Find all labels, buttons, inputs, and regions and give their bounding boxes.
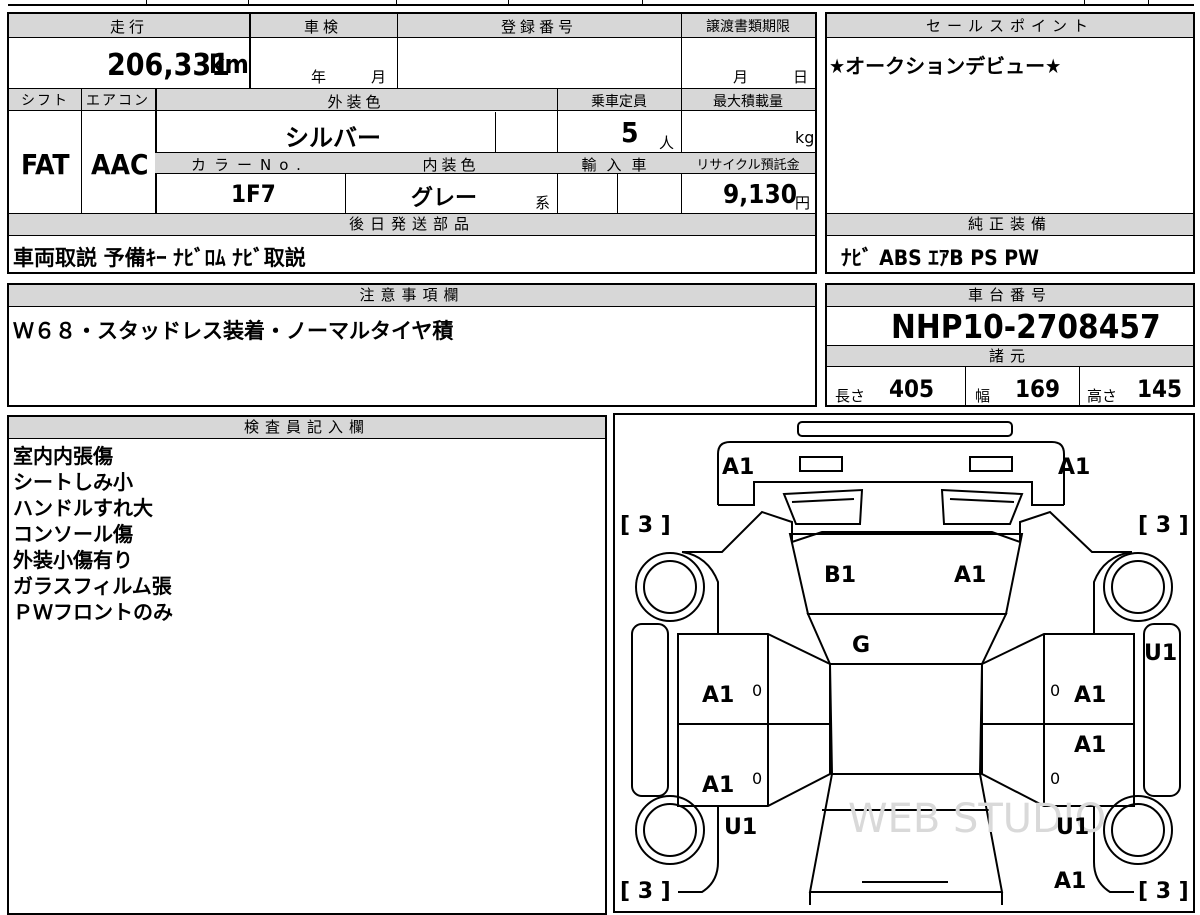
capacity-label: 乗車定員 — [591, 94, 647, 110]
interior-label: 内装色 — [422, 156, 480, 174]
inspector-line: ガラスフィルム張 — [13, 574, 172, 598]
inspector-line: コンソール傷 — [13, 522, 133, 546]
mark-tire-rear-right: [ 3 ] — [1138, 879, 1189, 904]
handle-mark-rr: 0 — [1050, 769, 1060, 788]
length-label: 長さ — [835, 387, 866, 405]
handle-mark-lr: 0 — [752, 769, 762, 788]
mark-left-rear-door: A1 — [702, 773, 734, 798]
mark-windshield: G — [852, 633, 870, 658]
inspector-line: 室内内張傷 — [13, 444, 113, 468]
spec-box: 走行 車検 登録番号 譲渡書類期限 206,331 km 年 月 月 日 シフト… — [7, 12, 817, 274]
mark-right-rear-fender: U1 — [1056, 815, 1089, 840]
car-diagram: 0 0 0 0 WEB STUDIO A1 A1 B1 A1 G A1 A1 U… — [620, 421, 1189, 905]
transfer-label: 譲渡書類期限 — [706, 19, 790, 35]
recycle-value: 9,130 — [723, 180, 797, 210]
notes-text: Ｗ６８・スタッドレス装着・ノーマルタイヤ積 — [13, 319, 454, 343]
shift-value: FAT — [21, 148, 70, 181]
mark-front-left: A1 — [722, 455, 754, 480]
sales-point-text: ★オークションデビュー★ — [829, 54, 1062, 78]
shift-label: シフト — [21, 93, 69, 109]
exterior-label: 外装色 — [327, 93, 385, 111]
mark-hood-left: B1 — [824, 563, 856, 588]
mark-tire-rear-left: [ 3 ] — [620, 879, 671, 904]
length-value: 405 — [889, 375, 935, 403]
sales-point-box: セールスポイント ★オークションデビュー★ 純正装備 ﾅﾋﾞ ABS ｴｱB P… — [825, 12, 1195, 274]
interior-value: グレー — [411, 186, 478, 211]
inspection-label: 車検 — [303, 18, 342, 36]
interior-suffix: 系 — [535, 194, 551, 212]
notes-box: 注意事項欄 Ｗ６８・スタッドレス装着・ノーマルタイヤ積 — [7, 283, 817, 407]
color-no-label: カラーNo. — [191, 156, 309, 174]
import-label: 輸入車 — [581, 156, 657, 174]
mark-right-rear-door: A1 — [1074, 733, 1106, 758]
exterior-value: シルバー — [285, 124, 381, 152]
maxload-label: 最大積載量 — [713, 94, 783, 110]
later-parts-text: 車両取説 予備ｷｰ ﾅﾋﾞﾛﾑ ﾅﾋﾞ取説 — [13, 246, 306, 270]
mark-tire-front-left: [ 3 ] — [620, 513, 671, 538]
ac-label: エアコン — [86, 93, 150, 109]
inspector-line: ハンドルすれ大 — [13, 496, 153, 520]
mileage-unit: km — [209, 50, 249, 80]
dimensions-label: 諸元 — [827, 345, 1193, 367]
inspector-lines: 室内内張傷 シートしみ小 ハンドルすれ大 コンソール傷 外装小傷有り ガラスフィ… — [13, 443, 173, 625]
mark-right-front-door: A1 — [1074, 683, 1106, 708]
mark-rear-right: A1 — [1054, 869, 1086, 894]
color-no-value: 1F7 — [231, 180, 276, 208]
handle-mark-lf: 0 — [752, 681, 762, 700]
inspection-month: 月 — [371, 68, 387, 86]
mileage-label: 走行 — [109, 18, 148, 36]
inspector-box: 検査員記入欄 室内内張傷 シートしみ小 ハンドルすれ大 コンソール傷 外装小傷有… — [7, 415, 607, 915]
notes-label: 注意事項欄 — [9, 285, 815, 307]
transfer-month: 月 — [733, 68, 749, 86]
later-parts-label: 後日発送部品 — [9, 214, 815, 236]
genuine-equipment-text: ﾅﾋﾞ ABS ｴｱB PS PW — [841, 246, 1039, 270]
chassis-value: NHP10-2708457 — [891, 307, 1161, 346]
chassis-box: 車台番号 NHP10-2708457 諸元 長さ 405 幅 169 高さ 14… — [825, 283, 1195, 407]
top-stub — [8, 0, 1194, 6]
inspector-label: 検査員記入欄 — [9, 417, 605, 439]
inspector-line: ＰＷフロントのみ — [13, 600, 173, 624]
mark-tire-front-right: [ 3 ] — [1138, 513, 1189, 538]
maxload-unit: kg — [795, 128, 815, 147]
handle-mark-rf: 0 — [1050, 681, 1060, 700]
transfer-day: 日 — [793, 68, 809, 86]
inspector-line: 外装小傷有り — [13, 548, 133, 572]
inspection-year: 年 — [311, 68, 327, 86]
chassis-label: 車台番号 — [827, 285, 1193, 307]
genuine-equipment-label: 純正装備 — [827, 214, 1193, 236]
mark-left-front-door: A1 — [702, 683, 734, 708]
registration-label: 登録番号 — [500, 18, 577, 36]
mark-left-rear-fender: U1 — [724, 815, 757, 840]
recycle-unit: 円 — [795, 194, 811, 212]
recycle-label: リサイクル預託金 — [696, 158, 800, 173]
mark-hood-right: A1 — [954, 563, 986, 588]
capacity-value: 5 — [621, 116, 639, 149]
height-label: 高さ — [1087, 387, 1118, 405]
mark-front-right: A1 — [1058, 455, 1090, 480]
car-diagram-box: 0 0 0 0 WEB STUDIO A1 A1 B1 A1 G A1 A1 U… — [613, 413, 1195, 913]
width-label: 幅 — [975, 387, 991, 405]
capacity-unit: 人 — [659, 134, 675, 152]
sales-point-label: セールスポイント — [827, 14, 1193, 38]
width-value: 169 — [1015, 375, 1061, 403]
ac-value: AAC — [91, 148, 149, 181]
height-value: 145 — [1137, 375, 1183, 403]
inspector-line: シートしみ小 — [13, 470, 133, 494]
mark-right-pillar: U1 — [1144, 641, 1177, 666]
